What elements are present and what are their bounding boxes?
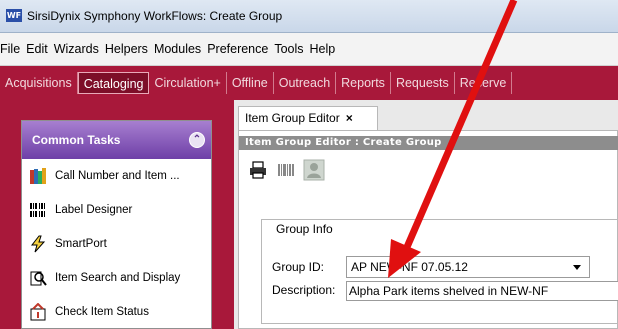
group-info-box: Group Info Group ID: AP NEW-NF 07.05.12 … [261,219,618,324]
lightning-icon [29,235,47,253]
module-tab-offline[interactable]: Offline [227,72,274,94]
barcode-scan-icon[interactable] [275,159,297,181]
module-tab-acquisitions[interactable]: Acquisitions [0,72,78,94]
group-id-label: Group ID: [272,260,325,274]
module-tab-reserve[interactable]: Reserve [455,72,513,94]
app-logo-icon: WF [6,9,22,22]
task-label-designer[interactable]: Label Designer [22,193,211,227]
helper-icon[interactable] [303,159,325,181]
menu-edit[interactable]: Edit [26,42,54,56]
task-smartport[interactable]: SmartPort [22,227,211,261]
menu-tools[interactable]: Tools [274,42,309,56]
task-label: Item Search and Display [55,272,181,284]
task-label: Check Item Status [55,306,149,318]
collapse-icon[interactable]: ⌃ [189,132,205,148]
group-info-legend: Group Info [272,222,337,236]
description-field[interactable]: Alpha Park items shelved in NEW-NF [346,281,618,301]
common-tasks-panel: Common Tasks ⌃ Call Number and Item ... [21,120,212,329]
menu-modules[interactable]: Modules [154,42,207,56]
module-tab-cataloging[interactable]: Cataloging [77,72,150,94]
editor-body: Item Group Editor : Create Group Group I… [238,130,618,329]
common-tasks-header: Common Tasks ⌃ [22,121,211,159]
module-tab-requests[interactable]: Requests [391,72,455,94]
chevron-down-icon[interactable] [573,265,581,270]
barcode-icon [29,201,47,219]
description-label: Description: [272,283,336,297]
menu-preference[interactable]: Preference [207,42,274,56]
search-icon [29,269,47,287]
books-icon [29,167,47,185]
module-tab-circulation[interactable]: Circulation+ [149,72,227,94]
common-tasks-title: Common Tasks [32,133,121,147]
menu-helpers[interactable]: Helpers [105,42,154,56]
menu-wizards[interactable]: Wizards [54,42,105,56]
tab-item-group-editor[interactable]: Item Group Editor × [238,106,378,130]
left-panel: Common Tasks ⌃ Call Number and Item ... [0,100,234,329]
editor-area: Item Group Editor × Item Group Editor : C… [234,100,618,329]
task-item-search-and-display[interactable]: Item Search and Display [22,261,211,295]
task-check-item-status[interactable]: Check Item Status [22,295,211,329]
window-title: SirsiDynix Symphony WorkFlows: Create Gr… [27,9,283,23]
editor-toolbar [247,157,325,183]
task-label: Call Number and Item ... [55,170,180,182]
close-icon[interactable]: × [346,111,353,125]
menu-help[interactable]: Help [310,42,342,56]
module-tab-reports[interactable]: Reports [336,72,391,94]
title-bar: WF SirsiDynix Symphony WorkFlows: Create… [0,0,618,33]
editor-tab-row: Item Group Editor × [234,106,618,130]
menu-file[interactable]: File [0,42,26,56]
task-label: SmartPort [55,238,107,250]
menu-bar: File Edit Wizards Helpers Modules Prefer… [0,33,618,66]
task-call-number-and-item[interactable]: Call Number and Item ... [22,159,211,193]
group-id-dropdown[interactable]: AP NEW-NF 07.05.12 [346,256,590,278]
module-bar: Acquisitions Cataloging Circulation+ Off… [0,66,618,100]
print-icon[interactable] [247,159,269,181]
tab-label: Item Group Editor [245,111,340,125]
group-id-value: AP NEW-NF 07.05.12 [351,260,468,274]
module-tab-outreach[interactable]: Outreach [274,72,337,94]
status-icon [29,303,47,321]
task-label: Label Designer [55,204,133,216]
editor-header: Item Group Editor : Create Group [239,136,618,150]
